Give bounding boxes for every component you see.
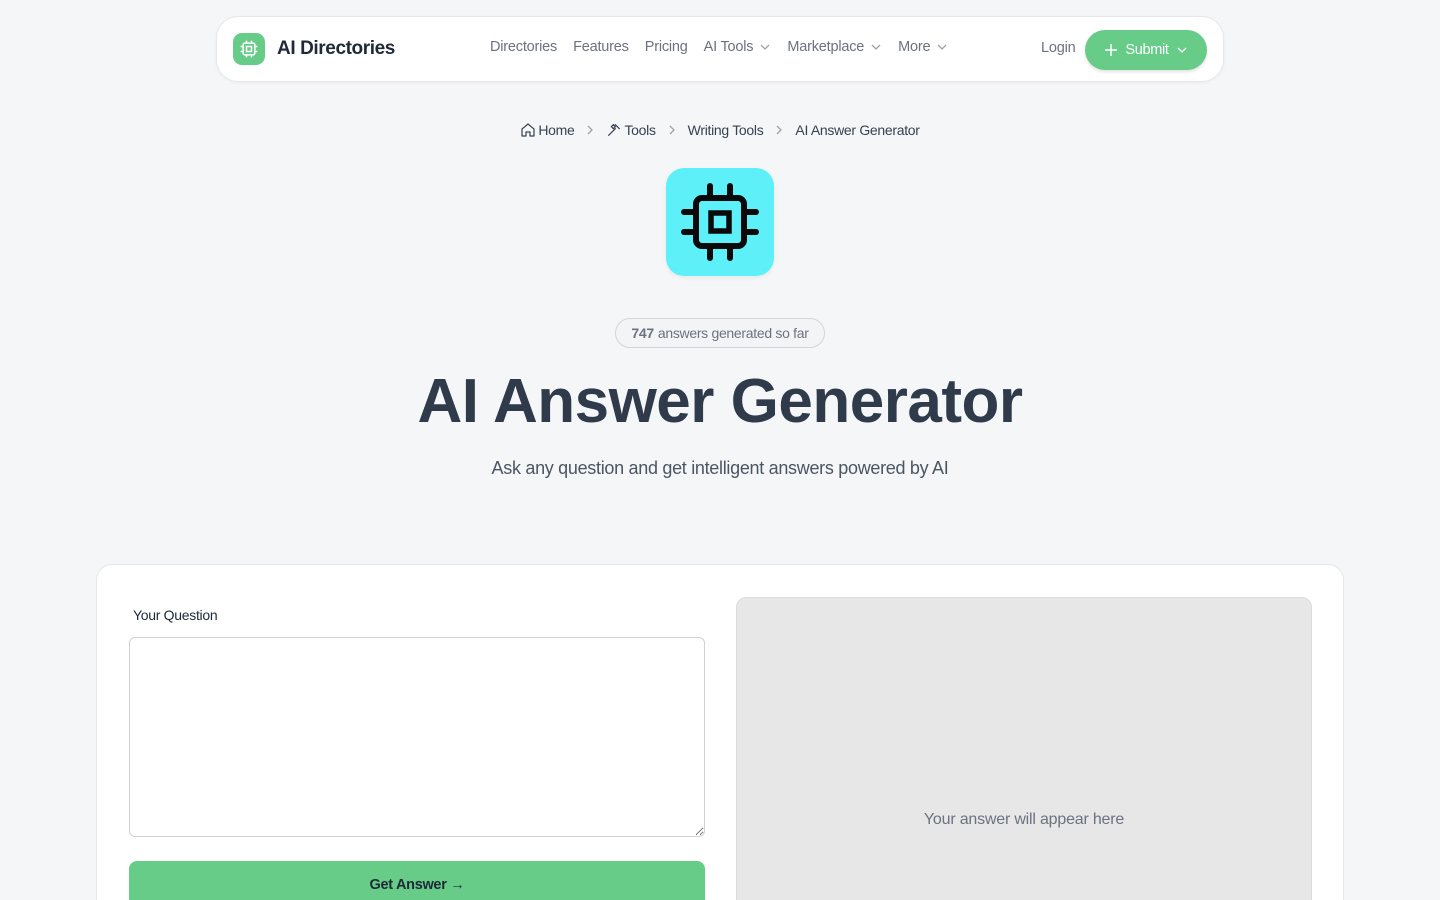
get-answer-button[interactable]: Get Answer → [129, 861, 705, 900]
question-label: Your Question [133, 607, 218, 623]
chip-icon [681, 183, 759, 261]
question-textarea[interactable] [129, 637, 705, 837]
tool-icon [666, 168, 774, 276]
chip-icon [233, 33, 265, 65]
nav-link-ai-tools[interactable]: AI Tools [704, 39, 772, 55]
answer-output-panel: Your answer will appear here [736, 597, 1312, 900]
home-icon [521, 123, 535, 137]
breadcrumb-home[interactable]: Home [520, 122, 575, 138]
brand-name: AI Directories [277, 38, 395, 59]
chevron-right-icon [776, 125, 783, 135]
login-link[interactable]: Login [1041, 40, 1076, 56]
usage-count: 747 [631, 325, 654, 341]
chevron-right-icon [669, 125, 675, 135]
chevron-right-icon [588, 125, 594, 135]
submit-button[interactable]: Submit [1085, 30, 1207, 70]
nav-link-directories[interactable]: Directories [490, 39, 557, 55]
nav-link-more[interactable]: More [898, 39, 948, 55]
page-title: AI Answer Generator [417, 367, 1023, 436]
nav-link-marketplace[interactable]: Marketplace [787, 39, 882, 55]
breadcrumb-tools[interactable]: Tools [606, 122, 656, 138]
plus-icon [1105, 44, 1118, 56]
generator-card: Your Question Get Answer → Your answer w… [96, 564, 1344, 900]
chevron-down-icon [937, 44, 947, 50]
nav-link-pricing[interactable]: Pricing [645, 39, 688, 55]
answer-placeholder: Your answer will appear here [923, 811, 1125, 828]
chevron-down-icon [760, 44, 770, 50]
chevron-down-icon [871, 44, 881, 50]
breadcrumb-current: AI Answer Generator [795, 122, 920, 138]
brand-logo[interactable]: AI Directories [233, 33, 395, 65]
tools-icon [608, 123, 621, 136]
chevron-down-icon [1177, 47, 1187, 53]
usage-count-label: answers generated so far [657, 325, 809, 341]
top-navbar: AI Directories Directories Features Pric… [216, 16, 1224, 82]
main-nav: Directories Features Pricing AI Tools Ma… [490, 39, 948, 55]
usage-counter-badge: 747 answers generated so far [615, 318, 825, 348]
breadcrumb: Home Tools Writing Tools AI Answer Gener… [0, 122, 1440, 138]
nav-link-features[interactable]: Features [573, 39, 629, 55]
breadcrumb-writing-tools[interactable]: Writing Tools [688, 122, 764, 138]
page-subtitle: Ask any question and get intelligent ans… [491, 458, 949, 478]
